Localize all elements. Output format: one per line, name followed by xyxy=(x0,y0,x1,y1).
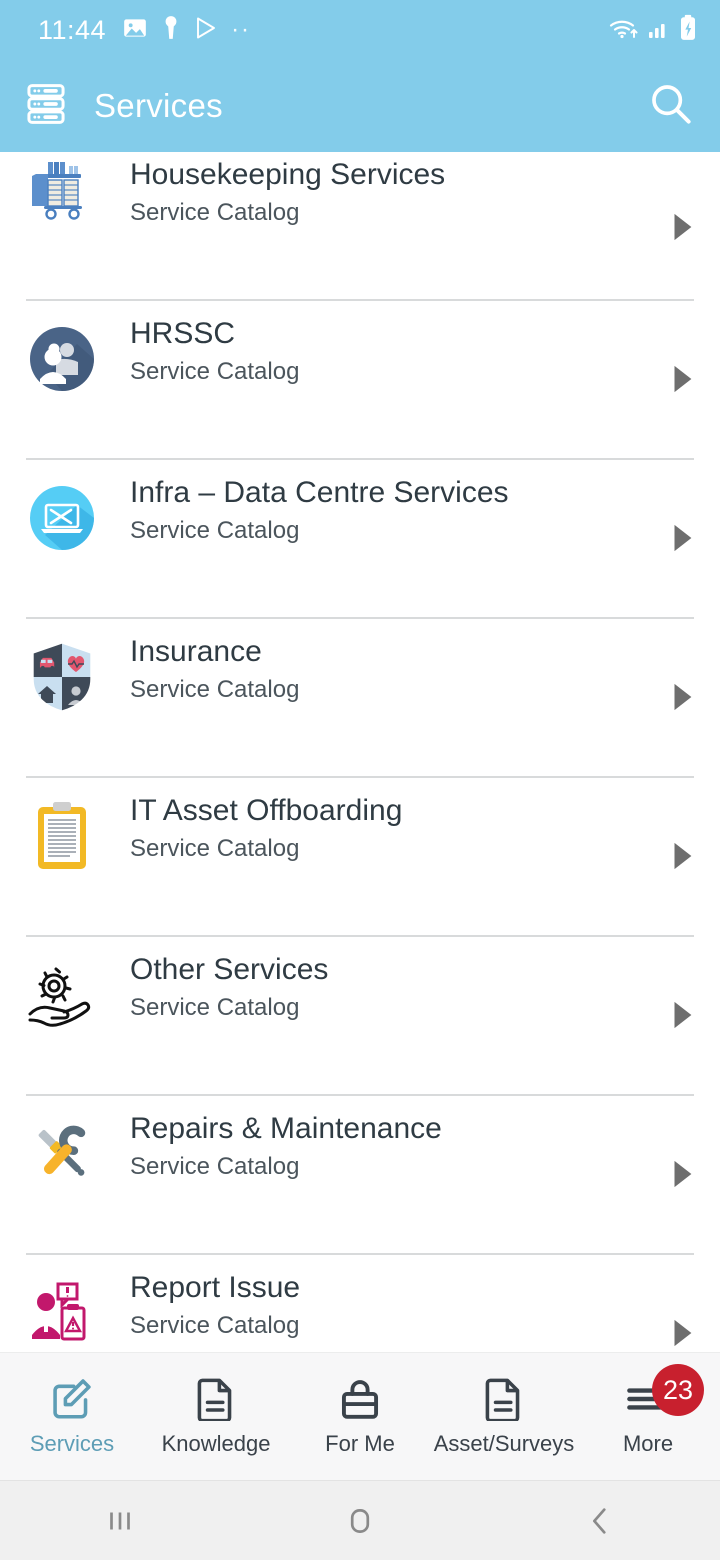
list-item-text: IT Asset Offboarding Service Catalog xyxy=(130,788,720,865)
page-title: Services xyxy=(94,87,223,124)
list-item[interactable]: Insurance Service Catalog xyxy=(0,619,720,778)
list-item-title: HRSSC xyxy=(130,317,236,350)
list-item-title: Housekeeping Services xyxy=(130,158,446,191)
list-item[interactable]: IT Asset Offboarding Service Catalog xyxy=(0,778,720,937)
android-system-navigation-bar xyxy=(0,1480,720,1560)
list-item-subtitle: Service Catalog xyxy=(130,994,300,1021)
nav-item-for-me[interactable]: For Me xyxy=(288,1353,432,1480)
nav-label: Asset/Surveys xyxy=(433,1431,575,1456)
nav-item-knowledge[interactable]: Knowledge xyxy=(144,1353,288,1480)
list-item-subtitle: Service Catalog xyxy=(130,358,300,385)
list-item-subtitle: Service Catalog xyxy=(130,199,300,226)
list-item-subtitle: Service Catalog xyxy=(130,835,300,862)
chevron-right-icon[interactable] xyxy=(670,212,694,247)
search-icon[interactable] xyxy=(648,81,694,132)
list-item-subtitle: Service Catalog xyxy=(130,517,300,544)
chevron-right-icon[interactable] xyxy=(670,1318,694,1352)
nav-label: For Me xyxy=(325,1431,395,1456)
nav-label: Services xyxy=(29,1431,115,1456)
chevron-right-icon[interactable] xyxy=(670,682,694,717)
status-bar-clock: 11:44 xyxy=(38,14,107,45)
chevron-right-icon[interactable] xyxy=(670,841,694,876)
list-item-title: Insurance xyxy=(130,635,262,668)
hamburger-menu-icon: 23 xyxy=(626,1364,704,1422)
clipboard-icon xyxy=(26,800,98,872)
person-key-icon xyxy=(161,15,181,46)
list-item-title: IT Asset Offboarding xyxy=(130,794,403,827)
document-icon xyxy=(484,1376,524,1422)
list-item-title: Report Issue xyxy=(130,1271,301,1304)
server-rack-icon[interactable] xyxy=(26,83,66,130)
list-item[interactable]: Report Issue Service Catalog xyxy=(0,1255,720,1352)
list-item[interactable]: Other Services Service Catalog xyxy=(0,937,720,1096)
service-catalog-list[interactable]: Housekeeping Services Service Catalog HR… xyxy=(0,152,720,1352)
chevron-right-icon[interactable] xyxy=(670,364,694,399)
bottom-navigation-bar: Services Knowledge For Me Asset/Surveys … xyxy=(0,1352,720,1480)
list-item[interactable]: Housekeeping Services Service Catalog xyxy=(0,152,720,301)
list-item-title: Infra – Data Centre Services xyxy=(130,476,509,509)
document-icon xyxy=(196,1376,236,1422)
shield-insurance-icon xyxy=(26,641,98,713)
list-item-text: Repairs & Maintenance Service Catalog xyxy=(130,1106,720,1183)
nav-item-services[interactable]: Services xyxy=(0,1353,144,1480)
list-item-text: Report Issue Service Catalog xyxy=(130,1265,720,1342)
housekeeping-cart-icon xyxy=(26,152,98,224)
nav-item-more[interactable]: 23 More xyxy=(576,1353,720,1480)
list-item-title: Repairs & Maintenance xyxy=(130,1112,442,1145)
list-item-title: Other Services xyxy=(130,953,329,986)
wrench-screwdriver-icon xyxy=(26,1118,98,1190)
list-item-text: Other Services Service Catalog xyxy=(130,947,720,1024)
people-group-icon xyxy=(26,323,98,395)
nav-label: Knowledge xyxy=(161,1431,271,1456)
list-item[interactable]: HRSSC Service Catalog xyxy=(0,301,720,460)
person-report-icon xyxy=(26,1277,98,1349)
chevron-right-icon[interactable] xyxy=(670,1000,694,1035)
play-store-icon xyxy=(194,15,218,46)
list-item-subtitle: Service Catalog xyxy=(130,1153,300,1180)
chevron-right-icon[interactable] xyxy=(670,1159,694,1194)
wifi-icon xyxy=(608,15,640,46)
hand-gear-icon xyxy=(26,959,98,1031)
list-item-text: Insurance Service Catalog xyxy=(130,629,720,706)
status-bar-system-icons xyxy=(608,14,698,47)
chevron-right-icon[interactable] xyxy=(670,523,694,558)
list-item-subtitle: Service Catalog xyxy=(130,1312,300,1339)
laptop-tools-icon xyxy=(26,482,98,554)
battery-charging-icon xyxy=(678,14,698,47)
recents-icon[interactable] xyxy=(0,1504,240,1538)
home-icon[interactable] xyxy=(240,1504,480,1538)
app-bar: Services xyxy=(0,60,720,152)
status-bar: 11:44 ·· xyxy=(0,0,720,60)
status-bar-notification-icons: ·· xyxy=(122,15,251,46)
image-icon xyxy=(122,15,148,46)
status-badge: 23 xyxy=(652,1364,704,1416)
back-icon[interactable] xyxy=(480,1504,720,1538)
list-item-text: Housekeeping Services Service Catalog xyxy=(130,152,720,229)
nav-label: More xyxy=(622,1431,674,1456)
list-item[interactable]: Infra – Data Centre Services Service Cat… xyxy=(0,460,720,619)
list-item-subtitle: Service Catalog xyxy=(130,676,300,703)
cellular-signal-icon xyxy=(647,15,671,46)
briefcase-icon xyxy=(339,1376,381,1422)
edit-note-icon xyxy=(50,1376,94,1422)
list-item-text: Infra – Data Centre Services Service Cat… xyxy=(130,470,720,547)
list-item[interactable]: Repairs & Maintenance Service Catalog xyxy=(0,1096,720,1255)
nav-item-asset-surveys[interactable]: Asset/Surveys xyxy=(432,1353,576,1480)
list-item-text: HRSSC Service Catalog xyxy=(130,311,720,388)
